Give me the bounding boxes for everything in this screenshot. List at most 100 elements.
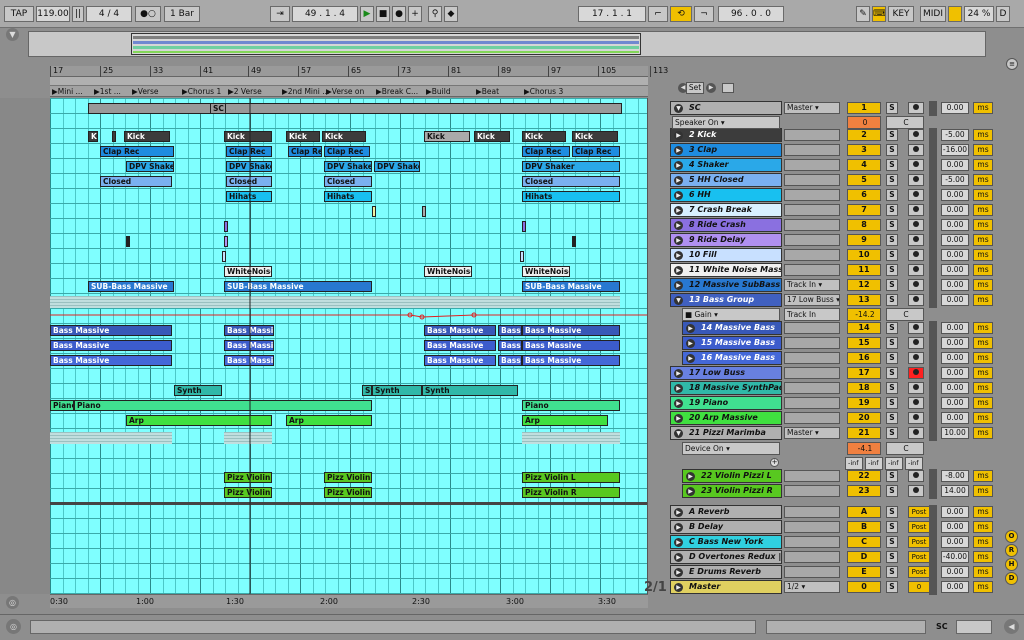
overview-visible-window[interactable]: [131, 33, 641, 55]
pizzi-device-select[interactable]: Device On ▾: [682, 442, 780, 455]
solo-button[interactable]: S: [886, 159, 898, 171]
track-io-select[interactable]: 17 Low Buss ▾: [784, 294, 840, 306]
track-fold-icon[interactable]: ▶: [674, 583, 683, 592]
track-activator[interactable]: C: [847, 536, 881, 548]
key-map-button[interactable]: KEY: [888, 6, 914, 22]
volume-field[interactable]: 0.00: [941, 367, 969, 379]
ms-button[interactable]: ms: [973, 470, 993, 482]
ms-button[interactable]: ms: [973, 337, 993, 349]
track-io-select[interactable]: [784, 189, 840, 201]
track-activator[interactable]: 1: [847, 102, 881, 114]
arm-button[interactable]: [908, 204, 924, 216]
solo-button[interactable]: S: [886, 219, 898, 231]
track-fold-icon[interactable]: ▶: [674, 568, 683, 577]
stop-icon[interactable]: ■: [376, 6, 390, 22]
track-io-select[interactable]: [784, 264, 840, 276]
collapse-browser-icon[interactable]: ▼: [6, 28, 19, 41]
track-activator[interactable]: 4: [847, 159, 881, 171]
track-activator[interactable]: 12: [847, 279, 881, 291]
volume-field[interactable]: 0.00: [941, 204, 969, 216]
solo-button[interactable]: S: [886, 264, 898, 276]
track-name[interactable]: ▶ 2 Kick: [670, 128, 782, 142]
track-io-select[interactable]: [784, 382, 840, 394]
volume-field[interactable]: 10.00: [941, 427, 969, 439]
track-activator[interactable]: 11: [847, 264, 881, 276]
arm-button[interactable]: [908, 129, 924, 141]
track-activator[interactable]: 8: [847, 219, 881, 231]
record-icon[interactable]: ●: [392, 6, 406, 22]
track-fold-icon[interactable]: ▶: [674, 281, 683, 290]
track-fold-icon[interactable]: ▶: [686, 487, 695, 496]
metronome-icon[interactable]: ●○: [135, 6, 161, 22]
ms-button[interactable]: ms: [973, 506, 993, 518]
volume-field[interactable]: 0.00: [941, 279, 969, 291]
track-name[interactable]: ▶ 4 Shaker: [670, 158, 782, 172]
ms-button[interactable]: ms: [973, 367, 993, 379]
track-activator[interactable]: A: [847, 506, 881, 518]
solo-button[interactable]: S: [886, 279, 898, 291]
volume-field[interactable]: 0.00: [941, 412, 969, 424]
post-button[interactable]: Post: [908, 566, 930, 578]
volume-field[interactable]: -8.00: [941, 470, 969, 482]
track-activator[interactable]: 21: [847, 427, 881, 439]
track-name[interactable]: ▶ C Bass New York: [670, 535, 782, 549]
volume-field[interactable]: 0.00: [941, 234, 969, 246]
sc-pan[interactable]: C: [886, 116, 924, 129]
track-name[interactable]: ▶ 15 Massive Bass: [682, 336, 782, 350]
volume-field[interactable]: 0.00: [941, 159, 969, 171]
locator-4[interactable]: ▶Chorus 1: [182, 86, 221, 97]
locator-7[interactable]: ▶Verse on: [326, 86, 364, 97]
volume-field[interactable]: 0.00: [941, 337, 969, 349]
track-name[interactable]: ▼ SC: [670, 101, 782, 115]
arm-button[interactable]: [908, 102, 924, 114]
ms-button[interactable]: ms: [973, 427, 993, 439]
track-name[interactable]: ▶ 5 HH Closed: [670, 173, 782, 187]
song-position[interactable]: 49 . 1 . 4: [292, 6, 358, 22]
track-activator[interactable]: 16: [847, 352, 881, 364]
track-io-select[interactable]: [784, 129, 840, 141]
track-fold-icon[interactable]: ▶: [674, 146, 683, 155]
volume-field[interactable]: 0.00: [941, 566, 969, 578]
solo-button[interactable]: S: [886, 249, 898, 261]
arm-button[interactable]: [908, 159, 924, 171]
arm-button[interactable]: [908, 470, 924, 482]
arm-button[interactable]: [908, 249, 924, 261]
track-activator[interactable]: 13: [847, 294, 881, 306]
track-fold-icon[interactable]: ▶: [674, 191, 683, 200]
arm-button[interactable]: [908, 382, 924, 394]
solo-button[interactable]: S: [886, 367, 898, 379]
track-io-select[interactable]: [784, 174, 840, 186]
arm-button[interactable]: [908, 189, 924, 201]
volume-field[interactable]: 14.00: [941, 485, 969, 497]
track-io-select[interactable]: [784, 485, 840, 497]
loop-length-field[interactable]: 96 . 0 . 0: [718, 6, 784, 22]
track-fold-icon[interactable]: ▶: [674, 523, 683, 532]
volume-field[interactable]: 0.00: [941, 294, 969, 306]
track-fold-icon[interactable]: ▶: [674, 176, 683, 185]
track-activator[interactable]: 0: [847, 581, 881, 593]
locator-2[interactable]: ▶1st ...: [94, 86, 121, 97]
track-io-select[interactable]: [784, 566, 840, 578]
track-name[interactable]: ▶ 23 Violin Pizzi R: [682, 484, 782, 498]
track-activator[interactable]: 5: [847, 174, 881, 186]
locator-6[interactable]: ▶2nd Mini ...: [282, 86, 329, 97]
volume-field[interactable]: -40.00: [941, 551, 969, 563]
track-fold-icon[interactable]: ▶: [674, 508, 683, 517]
ms-button[interactable]: ms: [973, 234, 993, 246]
track-io-select[interactable]: [784, 470, 840, 482]
solo-button[interactable]: S: [886, 337, 898, 349]
track-io-select[interactable]: [784, 249, 840, 261]
solo-button[interactable]: S: [886, 382, 898, 394]
follow-icon[interactable]: ⇥: [270, 6, 290, 22]
track-name[interactable]: ▶ 17 Low Buss: [670, 366, 782, 380]
volume-field[interactable]: 0.00: [941, 264, 969, 276]
track-activator[interactable]: 18: [847, 382, 881, 394]
back-to-arrangement-icon[interactable]: ◆: [444, 6, 458, 22]
ms-button[interactable]: ms: [973, 322, 993, 334]
beat-time-ruler[interactable]: 17 25 33 41 49 57 65 73 81 89 97 105 113: [50, 66, 668, 77]
right-panel-h-button[interactable]: H: [1005, 558, 1018, 571]
solo-button[interactable]: S: [886, 427, 898, 439]
pizzi-value[interactable]: -4.1: [847, 442, 881, 455]
overdub-icon[interactable]: +: [408, 6, 422, 22]
track-fold-icon[interactable]: ▶: [674, 221, 683, 230]
